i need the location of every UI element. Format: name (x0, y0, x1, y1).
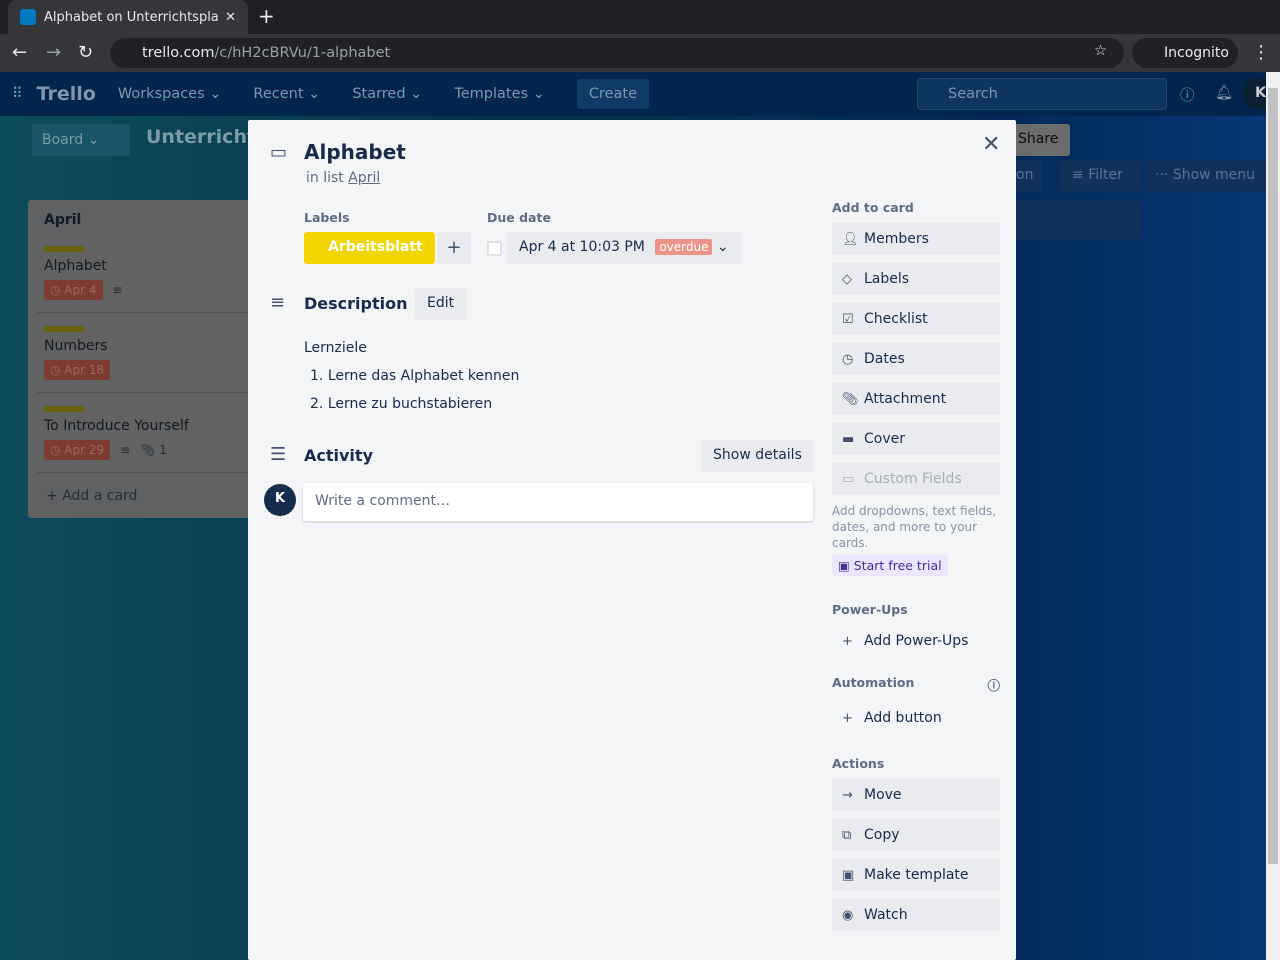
due-badge: ◷ Apr 29 (44, 440, 111, 460)
card-title[interactable]: Alphabet (304, 140, 406, 164)
nav-workspaces[interactable]: Workspaces ⌄ (118, 86, 222, 102)
create-button[interactable]: Create (576, 79, 649, 109)
members-button[interactable]: 👤︎ Members (832, 223, 1000, 255)
list-card[interactable]: Numbers ◷ Apr 18 (36, 320, 258, 392)
list-link[interactable]: April (348, 170, 380, 186)
board-view-button[interactable]: Board ⌄ (32, 124, 130, 156)
trello-favicon-icon (20, 9, 36, 25)
add-label-button[interactable]: + (437, 232, 471, 264)
edit-description-button[interactable]: Edit (415, 288, 467, 320)
avatar: K (264, 484, 296, 516)
due-badge: ◷ Apr 4 (44, 280, 103, 300)
new-tab-icon[interactable]: + (258, 4, 275, 28)
browser-tab[interactable]: Alphabet on Unterrichtspla ✕ (8, 0, 248, 34)
custom-fields-button[interactable]: ▭ Custom Fields (832, 463, 1000, 495)
address-bar: ← → ↻ trello.com/c/hH2cBRVu/1-alphabet ☆… (0, 34, 1280, 72)
overdue-badge: overdue (655, 239, 713, 255)
share-button[interactable]: Share (1010, 124, 1070, 156)
close-icon[interactable]: ✕ (982, 132, 1000, 157)
browser-menu-icon[interactable]: ⋮ (1252, 42, 1270, 63)
move-button[interactable]: → Move (832, 779, 1000, 811)
card-sidebar: Add to card 👤︎ Members ◇ Labels ☑ Checklist… (832, 200, 1000, 939)
browser-tab-bar: Alphabet on Unterrichtspla ✕ + (0, 0, 1280, 34)
list-title[interactable]: April (44, 212, 81, 228)
description-icon: ≡ (270, 292, 286, 313)
due-date-button[interactable]: Apr 4 at 10:03 PM overdue ⌄ (507, 232, 742, 264)
attachment-button[interactable]: 📎︎ Attachment (832, 383, 1000, 415)
info-icon[interactable]: ⓘ (1180, 84, 1195, 105)
star-icon[interactable]: ☆ (1094, 43, 1107, 59)
card-icon: ▭ (270, 142, 288, 163)
url-input[interactable]: trello.com/c/hH2cBRVu/1-alphabet ☆ (110, 38, 1124, 68)
comment-input[interactable]: Write a comment… (303, 483, 813, 521)
due-badge: ◷ Apr 18 (44, 360, 111, 380)
list-card[interactable]: Alphabet ◷ Apr 4 ≡ (36, 240, 258, 312)
trello-header: ⠿ Trello Workspaces ⌄ Recent ⌄ Starred ⌄… (0, 72, 1275, 116)
label-chip[interactable]: Arbeitsblatt (304, 232, 435, 264)
nav-templates[interactable]: Templates ⌄ (454, 86, 544, 102)
forward-icon[interactable]: → (46, 42, 61, 63)
show-menu-button[interactable]: ··· Show menu (1145, 160, 1266, 192)
add-list-button[interactable] (1016, 200, 1140, 240)
nav-recent[interactable]: Recent ⌄ (253, 86, 320, 102)
add-card-button[interactable]: + Add a card (46, 488, 137, 504)
description-content[interactable]: Lernziele 1. Lerne das Alphabet kennen 2… (304, 334, 519, 418)
add-button-button[interactable]: + Add button (832, 702, 1000, 734)
attachment-icon: 📎︎ 1 (140, 443, 167, 457)
card-detail-dialog: ✕ ▭ Alphabet in list April Labels Arbeit… (248, 120, 1016, 960)
activity-icon: ☰ (270, 444, 287, 465)
watch-button[interactable]: ◉ Watch (832, 899, 1000, 931)
list-card[interactable]: To Introduce Yourself ◷ Apr 29 ≡ 📎︎ 1 (36, 400, 258, 472)
automation-button[interactable]: on (1016, 160, 1042, 192)
show-details-button[interactable]: Show details (701, 440, 814, 472)
due-complete-checkbox[interactable] (487, 241, 502, 256)
dates-button[interactable]: ◷ Dates (832, 343, 1000, 375)
start-free-trial-button[interactable]: ▣ Start free trial (832, 555, 948, 576)
checklist-button[interactable]: ☑ Checklist (832, 303, 1000, 335)
search-input[interactable]: Search (917, 78, 1167, 110)
incognito-badge[interactable]: Incognito (1132, 38, 1238, 68)
list-april: April Alphabet ◷ Apr 4 ≡ Numbers ◷ Apr 18 T… (28, 200, 258, 518)
make-template-button[interactable]: ▣ Make template (832, 859, 1000, 891)
bell-icon[interactable]: 🔔︎ (1215, 84, 1233, 101)
back-icon[interactable]: ← (12, 42, 27, 63)
add-powerups-button[interactable]: + Add Power-Ups (832, 625, 1000, 657)
copy-button[interactable]: ⧉ Copy (832, 819, 1000, 851)
filter-button[interactable]: ≡ Filter (1060, 160, 1140, 192)
description-icon: ≡ (120, 443, 131, 457)
description-icon: ≡ (112, 283, 123, 297)
trello-logo[interactable]: Trello (37, 83, 96, 105)
nav-starred[interactable]: Starred ⌄ (352, 86, 422, 102)
page-scrollbar[interactable] (1266, 72, 1280, 960)
cover-button[interactable]: ▬ Cover (832, 423, 1000, 455)
labels-button[interactable]: ◇ Labels (832, 263, 1000, 295)
board-title[interactable]: Unterricht (146, 126, 256, 148)
apps-grid-icon[interactable]: ⠿ (12, 86, 23, 102)
info-icon[interactable]: ⓘ (987, 675, 1000, 694)
close-tab-icon[interactable]: ✕ (225, 10, 236, 25)
reload-icon[interactable]: ↻ (78, 42, 93, 63)
